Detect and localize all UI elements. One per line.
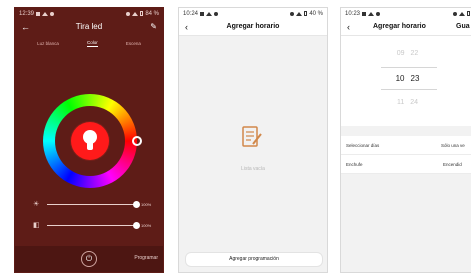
page-title: Agregar horario xyxy=(373,23,426,30)
empty-list-text: Lista vacía xyxy=(241,166,265,172)
plug-label: Enchufe xyxy=(346,162,363,167)
battery-icon xyxy=(140,11,144,16)
app-icon xyxy=(214,11,219,16)
saturation-icon: ◧ xyxy=(33,222,40,229)
minute-above[interactable]: 22 xyxy=(411,50,419,57)
sun-icon: ☀ xyxy=(33,201,40,208)
status-bar: 10:24 40 % xyxy=(179,8,327,19)
power-light-button[interactable] xyxy=(71,122,109,160)
alarm-icon xyxy=(126,11,131,16)
picker-row-above[interactable]: 09 22 xyxy=(341,50,471,57)
status-bar: 12:39 84 % xyxy=(15,8,163,19)
battery-level: 40 % xyxy=(309,10,323,17)
alarm-icon xyxy=(453,11,457,16)
empty-list-icon xyxy=(242,126,262,147)
hour-below[interactable]: 11 xyxy=(397,99,404,106)
battery-icon xyxy=(467,11,470,16)
battery-icon xyxy=(304,11,308,16)
saturation-knob[interactable] xyxy=(133,221,140,229)
battery-level: 84 % xyxy=(145,10,159,17)
back-chevron-icon[interactable]: ‹ xyxy=(347,19,350,35)
color-wheel-center xyxy=(55,106,125,176)
tab-color[interactable]: Color xyxy=(86,40,98,47)
page-title: Agregar horario xyxy=(226,23,280,30)
warning-icon xyxy=(368,11,375,16)
schedule-list-screen: 10:24 40 % ‹ Agregar horario Lista vacía… xyxy=(178,7,328,273)
page-title: Tira led xyxy=(75,22,103,31)
wifi-icon xyxy=(296,11,303,16)
time-picker[interactable]: 09 22 10 23 11 24 xyxy=(341,36,471,126)
header: ← Tira led ✎ xyxy=(15,19,163,35)
header: ‹ Agregar horario xyxy=(179,19,327,36)
status-time: 10:24 xyxy=(183,10,199,17)
back-chevron-icon[interactable]: ‹ xyxy=(185,19,188,35)
add-schedule-screen: 10:23 ‹ Agregar horario Gua 09 22 10 23 … xyxy=(340,7,471,273)
select-days-row[interactable]: Seleccionar días Sólo una ve xyxy=(341,136,471,155)
saturation-slider[interactable]: ◧ 100% xyxy=(33,220,153,230)
plug-value: Encendid xyxy=(443,162,462,167)
minute-selected[interactable]: 23 xyxy=(411,74,420,83)
power-icon[interactable]: ⏻ xyxy=(81,251,97,267)
picker-divider xyxy=(381,89,437,90)
warning-icon xyxy=(206,11,213,16)
color-control-screen: 12:39 84 % ← Tira led ✎ Luz blanca Color… xyxy=(14,7,164,273)
notification-icon xyxy=(36,11,41,16)
back-arrow-icon[interactable]: ← xyxy=(21,19,30,35)
select-days-label: Seleccionar días xyxy=(346,143,380,148)
select-days-value: Sólo una ve xyxy=(441,143,465,148)
brightness-value: 100% xyxy=(141,201,152,207)
notification-icon xyxy=(200,11,205,16)
notification-icon xyxy=(362,11,367,16)
plug-row[interactable]: Enchufe Encendid xyxy=(341,155,471,174)
status-time: 10:23 xyxy=(345,10,361,17)
tab-scene[interactable]: Escena xyxy=(126,41,141,46)
bottom-bar: ⏻ Programar xyxy=(15,246,163,272)
picker-row-below[interactable]: 11 24 xyxy=(341,99,471,106)
status-bar: 10:23 xyxy=(341,8,471,19)
mode-tabs: Luz blanca Color Escena xyxy=(15,38,163,48)
wifi-icon xyxy=(459,11,465,16)
edit-icon[interactable]: ✎ xyxy=(150,19,157,35)
tab-white-light[interactable]: Luz blanca xyxy=(37,41,59,46)
color-wheel[interactable] xyxy=(43,94,142,188)
warning-icon xyxy=(42,11,49,16)
status-time: 12:39 xyxy=(19,10,35,17)
alarm-icon xyxy=(290,11,295,16)
wifi-icon xyxy=(132,11,139,16)
schedule-link[interactable]: Programar xyxy=(134,255,158,261)
hour-selected[interactable]: 10 xyxy=(396,74,405,83)
brightness-track[interactable] xyxy=(47,200,140,208)
app-icon xyxy=(376,11,381,16)
hour-above[interactable]: 09 xyxy=(397,50,405,57)
minute-below[interactable]: 24 xyxy=(410,99,418,106)
color-picker-handle[interactable] xyxy=(132,136,142,146)
saturation-track[interactable] xyxy=(47,221,140,229)
saturation-value: 100% xyxy=(141,222,152,228)
bulb-base-icon xyxy=(87,143,93,150)
picker-divider xyxy=(381,67,437,68)
brightness-knob[interactable] xyxy=(133,200,140,208)
picker-row-selected[interactable]: 10 23 xyxy=(341,74,471,83)
save-button[interactable]: Gua xyxy=(456,19,470,35)
add-schedule-button[interactable]: Agregar programación xyxy=(185,252,323,267)
app-icon xyxy=(50,11,55,16)
brightness-slider[interactable]: ☀ 100% xyxy=(33,199,153,209)
bulb-icon xyxy=(83,130,97,144)
header: ‹ Agregar horario Gua xyxy=(341,19,471,36)
